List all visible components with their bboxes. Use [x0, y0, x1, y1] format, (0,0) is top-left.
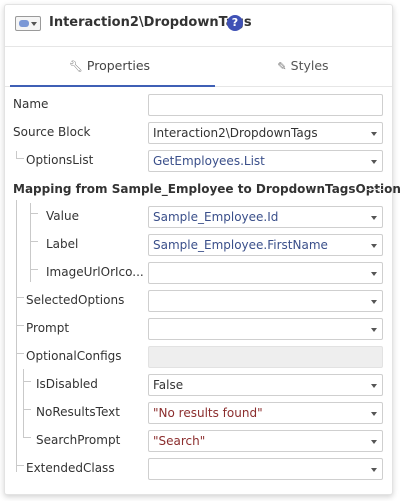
prompt-label: Prompt [26, 321, 70, 335]
chevron-down-icon [371, 244, 377, 248]
tree-line [30, 213, 38, 214]
chevron-down-icon [371, 412, 377, 416]
block-title: Interaction2\DropdownTags [49, 15, 252, 30]
no-results-text-input[interactable]: "No results found" [148, 402, 383, 424]
label-value: Sample_Employee.FirstName [153, 238, 328, 252]
selected-options-label: SelectedOptions [26, 293, 125, 307]
source-block-value: Interaction2\DropdownTags [153, 126, 318, 140]
brush-icon: ✎ [277, 60, 287, 73]
section-divider [365, 189, 383, 190]
value-label: Value [46, 209, 79, 223]
chevron-down-icon [371, 160, 377, 164]
extended-class-label: ExtendedClass [26, 461, 115, 475]
name-label: Name [13, 97, 49, 111]
no-results-text-label: NoResultsText [36, 405, 120, 419]
chevron-down-icon [371, 468, 377, 472]
chevron-down-icon [371, 272, 377, 276]
mapping-section-title: Mapping from Sample_Employee to Dropdown… [13, 182, 401, 196]
no-results-text-value: "No results found" [153, 406, 263, 420]
label-label: Label [46, 237, 79, 251]
tree-line [16, 465, 24, 466]
options-list-value: GetEmployees.List [153, 154, 265, 168]
help-icon[interactable]: ? [227, 15, 243, 31]
tree-line [16, 353, 24, 354]
image-url-input[interactable] [148, 262, 383, 284]
source-block-label: Source Block [13, 125, 91, 139]
tree-line [16, 151, 17, 158]
tree-line [30, 203, 31, 282]
search-prompt-input[interactable]: "Search" [148, 430, 383, 452]
extended-class-input[interactable] [148, 458, 383, 480]
options-list-input[interactable]: GetEmployees.List [148, 150, 383, 172]
tree-line [16, 297, 24, 298]
search-prompt-label: SearchPrompt [36, 433, 121, 447]
active-tab-indicator [10, 85, 215, 87]
chevron-down-icon [371, 300, 377, 304]
options-list-label: OptionsList [26, 153, 94, 167]
tree-line [30, 269, 38, 270]
image-url-label: ImageUrlOrIco... [46, 265, 144, 279]
tab-properties[interactable]: 🔧︎ Properties [5, 47, 214, 86]
chevron-down-icon [371, 328, 377, 332]
name-input[interactable] [148, 94, 383, 116]
tree-line [23, 381, 31, 382]
tree-line [23, 409, 31, 410]
tab-styles-label: Styles [290, 58, 329, 73]
tab-styles[interactable]: ✎ Styles [214, 47, 392, 86]
is-disabled-value: False [153, 378, 184, 392]
value-input[interactable]: Sample_Employee.Id [148, 206, 383, 228]
tree-line [23, 369, 24, 438]
tab-properties-label: Properties [86, 58, 151, 73]
optional-configs-field [148, 346, 383, 368]
chevron-down-icon [371, 216, 377, 220]
wrench-icon: 🔧︎ [68, 60, 83, 73]
chevron-down-icon [371, 440, 377, 444]
is-disabled-label: IsDisabled [36, 377, 98, 391]
tree-line [16, 158, 24, 159]
search-prompt-value: "Search" [153, 434, 206, 448]
tree-line [23, 437, 31, 438]
panel-header: Interaction2\DropdownTags ? [5, 5, 392, 43]
optional-configs-label: OptionalConfigs [26, 349, 122, 363]
value-value: Sample_Employee.Id [153, 210, 279, 224]
tree-line [16, 325, 24, 326]
tree-line [30, 241, 38, 242]
prompt-input[interactable] [148, 318, 383, 340]
chevron-down-icon [371, 132, 377, 136]
tab-bar: 🔧︎ Properties ✎ Styles [5, 46, 392, 87]
source-block-select[interactable]: Interaction2\DropdownTags [148, 122, 383, 144]
block-widget-icon [15, 16, 41, 31]
properties-panel: Interaction2\DropdownTags ? 🔧︎ Properties… [4, 4, 401, 495]
tree-line [16, 200, 17, 472]
is-disabled-select[interactable]: False [148, 374, 383, 396]
chevron-down-icon [371, 384, 377, 388]
label-input[interactable]: Sample_Employee.FirstName [148, 234, 383, 256]
selected-options-input[interactable] [148, 290, 383, 312]
